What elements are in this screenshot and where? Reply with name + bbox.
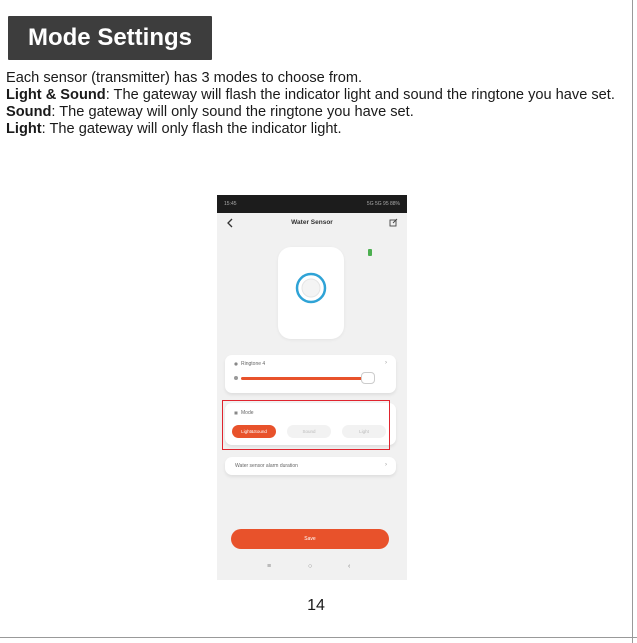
mode-description: Light: The gateway will only flash the i…: [6, 121, 621, 138]
screen-title: Water Sensor: [291, 219, 333, 226]
status-time: 15:45: [224, 201, 237, 207]
mode-description: Light & Sound: The gateway will flash th…: [6, 87, 621, 104]
page-number: 14: [307, 597, 325, 614]
volume-slider-track[interactable]: [241, 377, 367, 380]
status-indicators: 5G 5G 95 88%: [366, 201, 400, 207]
mode-highlight-box: [222, 400, 390, 450]
mode-text: : The gateway will only flash the indica…: [41, 121, 342, 137]
mode-name: Sound: [6, 104, 52, 120]
back-nav-icon[interactable]: ‹: [348, 563, 350, 570]
chevron-right-icon[interactable]: ›: [385, 360, 387, 366]
status-bar: 15:45 5G 5G 95 88%: [217, 195, 407, 213]
chevron-right-icon[interactable]: ›: [385, 462, 387, 468]
section-title: Mode Settings: [8, 16, 212, 60]
mode-description: Sound: The gateway will only sound the r…: [6, 104, 621, 121]
alarm-duration-row[interactable]: Water sensor alarm duration ›: [225, 457, 396, 475]
save-button[interactable]: Save: [231, 529, 389, 549]
home-icon[interactable]: ○: [308, 563, 312, 570]
mode-name: Light & Sound: [6, 87, 106, 103]
edit-icon[interactable]: [389, 218, 398, 227]
app-header: Water Sensor: [217, 213, 407, 235]
page-border: [632, 0, 633, 643]
mode-text: : The gateway will only sound the ringto…: [51, 104, 414, 120]
intro-paragraph: Each sensor (transmitter) has 3 modes to…: [6, 70, 363, 86]
mode-name: Light: [6, 121, 42, 137]
ringtone-card[interactable]: Ringtone 4 ›: [225, 355, 396, 393]
bell-icon: [234, 362, 238, 366]
phone-screenshot: 15:45 5G 5G 95 88% Water Sensor Ringtone…: [217, 195, 407, 580]
alarm-duration-label: Water sensor alarm duration: [235, 463, 298, 469]
mode-text: : The gateway will flash the indicator l…: [105, 87, 615, 103]
volume-slider-knob[interactable]: [361, 372, 375, 384]
system-navbar: ≡ ○ ‹: [217, 563, 407, 575]
device-image: [278, 247, 344, 339]
battery-icon: [368, 249, 372, 256]
ringtone-label: Ringtone 4: [241, 361, 266, 367]
menu-icon[interactable]: ≡: [267, 563, 271, 570]
body-text: Each sensor (transmitter) has 3 modes to…: [6, 70, 621, 138]
page-border: [0, 637, 637, 638]
water-sensor-icon: [295, 272, 327, 304]
volume-icon: [234, 376, 238, 380]
